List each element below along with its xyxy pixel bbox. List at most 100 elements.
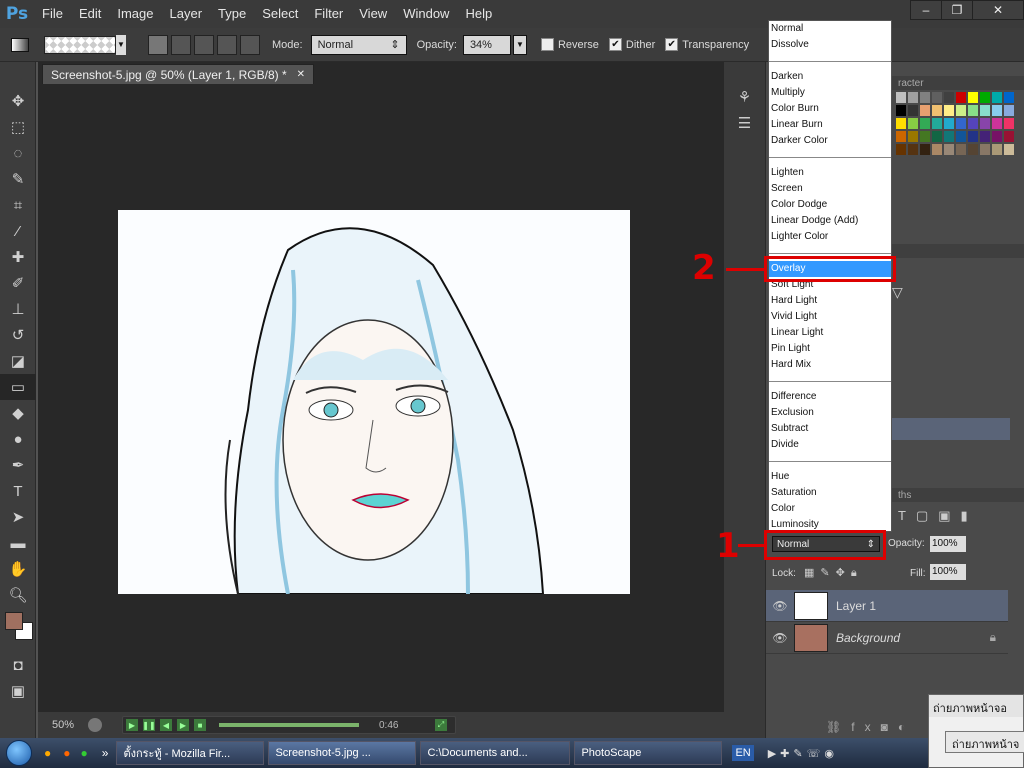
color-swatch[interactable] bbox=[920, 105, 930, 116]
blend-option[interactable]: Exclusion bbox=[769, 405, 891, 421]
zoom-tool-icon[interactable]: 🔍︎ bbox=[0, 582, 36, 608]
eraser-tool-icon[interactable]: ◪ bbox=[0, 348, 36, 374]
color-swatch[interactable] bbox=[932, 144, 942, 155]
blend-option[interactable]: Color bbox=[769, 501, 891, 517]
blend-option[interactable]: Lighten bbox=[769, 165, 891, 181]
task-firefox[interactable]: ตั้งกระทู้ - Mozilla Fir... bbox=[116, 741, 265, 765]
color-swatch[interactable] bbox=[920, 131, 930, 142]
gradient-tool-icon[interactable]: ▭ bbox=[0, 374, 36, 400]
fx-icon[interactable]: fx bbox=[851, 720, 880, 734]
pause-icon[interactable]: ❚❚ bbox=[142, 719, 156, 731]
quick-select-tool-icon[interactable]: ✎ bbox=[0, 166, 36, 192]
adjustment-icon[interactable]: ◐ bbox=[898, 720, 915, 734]
blend-option[interactable]: Darker Color bbox=[769, 133, 891, 149]
swatches-grid[interactable] bbox=[896, 92, 1014, 155]
minimize-button[interactable]: – bbox=[910, 0, 942, 20]
blend-option[interactable]: Linear Burn bbox=[769, 117, 891, 133]
color-swatches[interactable] bbox=[0, 608, 35, 652]
color-swatch[interactable] bbox=[896, 131, 906, 142]
color-swatch[interactable] bbox=[920, 92, 930, 103]
mode-select[interactable]: Normal ⇕ bbox=[310, 34, 407, 55]
type-filter-icon[interactable]: T bbox=[898, 508, 916, 523]
start-button[interactable] bbox=[0, 738, 38, 768]
color-swatch[interactable] bbox=[968, 105, 978, 116]
rewind-icon[interactable]: ◀ bbox=[160, 719, 172, 731]
stop-icon[interactable]: ■ bbox=[194, 719, 206, 731]
blend-option[interactable]: Subtract bbox=[769, 421, 891, 437]
restore-button[interactable]: ❐ bbox=[941, 0, 973, 20]
gradient-picker[interactable] bbox=[44, 35, 116, 54]
triangle-icon[interactable]: ▽ bbox=[892, 284, 903, 300]
color-swatch[interactable] bbox=[956, 144, 966, 155]
firefox-icon[interactable]: ● bbox=[63, 746, 70, 760]
blend-option[interactable]: Color Dodge bbox=[769, 197, 891, 213]
color-swatch[interactable] bbox=[1004, 131, 1014, 142]
color-swatch[interactable] bbox=[896, 92, 906, 103]
color-swatch[interactable] bbox=[932, 92, 942, 103]
blend-option[interactable]: Screen bbox=[769, 181, 891, 197]
color-swatch[interactable] bbox=[992, 118, 1002, 129]
color-swatch[interactable] bbox=[1004, 144, 1014, 155]
blur-tool-icon[interactable]: ◆ bbox=[0, 400, 36, 426]
color-swatch[interactable] bbox=[956, 118, 966, 129]
history-brush-tool-icon[interactable]: ↺ bbox=[0, 322, 36, 348]
quick-mask-icon[interactable]: ◘ bbox=[0, 652, 36, 678]
play-icon[interactable]: ▶ bbox=[126, 719, 138, 731]
menu-help[interactable]: Help bbox=[457, 0, 500, 28]
color-swatch[interactable] bbox=[980, 131, 990, 142]
angle-gradient-button[interactable] bbox=[194, 34, 214, 55]
color-swatch[interactable] bbox=[908, 131, 918, 142]
color-swatch[interactable] bbox=[944, 144, 954, 155]
color-swatch[interactable] bbox=[956, 131, 966, 142]
blend-option[interactable]: Dissolve bbox=[769, 37, 891, 53]
reflected-gradient-button[interactable] bbox=[217, 34, 237, 55]
link-icon[interactable]: ⛓ bbox=[826, 720, 851, 734]
color-swatch[interactable] bbox=[896, 144, 906, 155]
color-swatch[interactable] bbox=[980, 92, 990, 103]
language-indicator[interactable]: EN bbox=[732, 745, 754, 761]
screen-mode-icon[interactable]: ▣ bbox=[0, 678, 36, 704]
color-swatch[interactable] bbox=[968, 118, 978, 129]
menu-type[interactable]: Type bbox=[210, 0, 254, 28]
blend-option[interactable]: Divide bbox=[769, 437, 891, 453]
tray-icons[interactable]: ▶✚✎☏◉ bbox=[768, 747, 838, 760]
color-swatch[interactable] bbox=[908, 118, 918, 129]
stamp-tool-icon[interactable]: ⊥ bbox=[0, 296, 36, 322]
hand-tool-icon[interactable]: ✋ bbox=[0, 556, 36, 582]
path-select-tool-icon[interactable]: ➤ bbox=[0, 504, 36, 530]
chevron-down-icon[interactable]: ▼ bbox=[512, 34, 527, 55]
color-swatch[interactable] bbox=[1004, 105, 1014, 116]
chevron-down-icon[interactable]: ▼ bbox=[116, 34, 126, 55]
blend-option[interactable]: Color Burn bbox=[769, 101, 891, 117]
blend-option[interactable]: Hue bbox=[769, 469, 891, 485]
layer-row[interactable]: 👁︎ Layer 1 bbox=[766, 590, 1008, 622]
color-swatch[interactable] bbox=[980, 144, 990, 155]
color-swatch[interactable] bbox=[944, 131, 954, 142]
eye-icon[interactable]: 👁︎ bbox=[766, 631, 794, 645]
menu-view[interactable]: View bbox=[351, 0, 395, 28]
color-swatch[interactable] bbox=[944, 92, 954, 103]
image-canvas[interactable] bbox=[118, 210, 630, 594]
playback-slider[interactable] bbox=[219, 723, 359, 727]
color-swatch[interactable] bbox=[920, 144, 930, 155]
blend-option[interactable]: Normal bbox=[769, 21, 891, 37]
color-swatch[interactable] bbox=[908, 105, 918, 116]
color-swatch[interactable] bbox=[956, 105, 966, 116]
lasso-tool-icon[interactable]: ◌ bbox=[0, 140, 36, 166]
mask-icon[interactable]: ◙ bbox=[881, 720, 898, 734]
blend-option[interactable]: Darken bbox=[769, 69, 891, 85]
capture-button[interactable]: ถ่ายภาพหน้าจ bbox=[945, 731, 1024, 753]
close-button[interactable]: ✕ bbox=[972, 0, 1024, 20]
close-tab-icon[interactable]: ✕ bbox=[297, 69, 305, 80]
color-swatch[interactable] bbox=[980, 105, 990, 116]
eye-icon[interactable]: 👁︎ bbox=[766, 599, 794, 613]
document-tab[interactable]: Screenshot-5.jpg @ 50% (Layer 1, RGB/8) … bbox=[42, 64, 315, 84]
blend-option[interactable]: Saturation bbox=[769, 485, 891, 501]
layer-row[interactable]: 👁︎ Background 🔒︎ bbox=[766, 622, 1008, 654]
color-swatch[interactable] bbox=[992, 144, 1002, 155]
chat-icon[interactable]: ● bbox=[81, 746, 88, 760]
menu-filter[interactable]: Filter bbox=[306, 0, 351, 28]
blend-option[interactable]: Lighter Color bbox=[769, 229, 891, 245]
menu-layer[interactable]: Layer bbox=[162, 0, 211, 28]
task-photoscape[interactable]: PhotoScape bbox=[574, 741, 723, 765]
